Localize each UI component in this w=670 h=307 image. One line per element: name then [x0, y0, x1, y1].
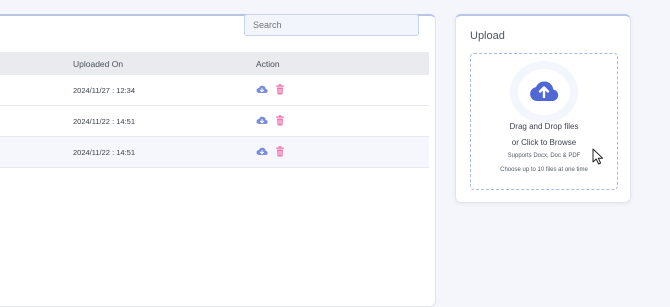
browse-instruction: or Click to Browse: [511, 138, 577, 147]
drop-instruction: Drag and Drop files: [509, 122, 579, 131]
download-cloud-icon[interactable]: [256, 84, 268, 95]
table-row: 2024/11/27 : 12:34: [0, 75, 429, 106]
uploaded-on-cell: 2024/11/22 : 14:51: [73, 117, 135, 126]
documents-table: Uploaded On Action 2024/11/27 : 12:34 20…: [0, 52, 429, 168]
uploaded-on-cell: 2024/11/22 : 14:51: [73, 148, 135, 157]
table-row: 2024/11/22 : 14:51: [0, 106, 429, 137]
upload-panel: Upload Drag and Drop files or Click to B…: [455, 14, 631, 203]
column-header-action: Action: [256, 59, 280, 69]
trash-icon[interactable]: [275, 115, 285, 126]
download-cloud-icon[interactable]: [256, 146, 268, 157]
trash-icon[interactable]: [275, 146, 285, 157]
upload-title: Upload: [470, 30, 505, 42]
file-drop-zone[interactable]: Drag and Drop files or Click to Browse S…: [470, 53, 618, 190]
column-header-uploaded-on: Uploaded On: [73, 59, 124, 69]
table-row: 2024/11/22 : 14:51: [0, 137, 429, 168]
trash-icon[interactable]: [275, 84, 285, 95]
mouse-cursor-icon: [592, 148, 604, 165]
download-cloud-icon[interactable]: [256, 115, 268, 126]
upload-icon-circle: [518, 69, 570, 115]
file-limit-note: Choose up to 10 files at one time: [500, 167, 588, 173]
search-input[interactable]: [244, 14, 419, 36]
uploaded-on-cell: 2024/11/27 : 12:34: [73, 86, 135, 95]
table-header: Uploaded On Action: [0, 52, 429, 75]
cloud-upload-icon: [530, 81, 559, 101]
